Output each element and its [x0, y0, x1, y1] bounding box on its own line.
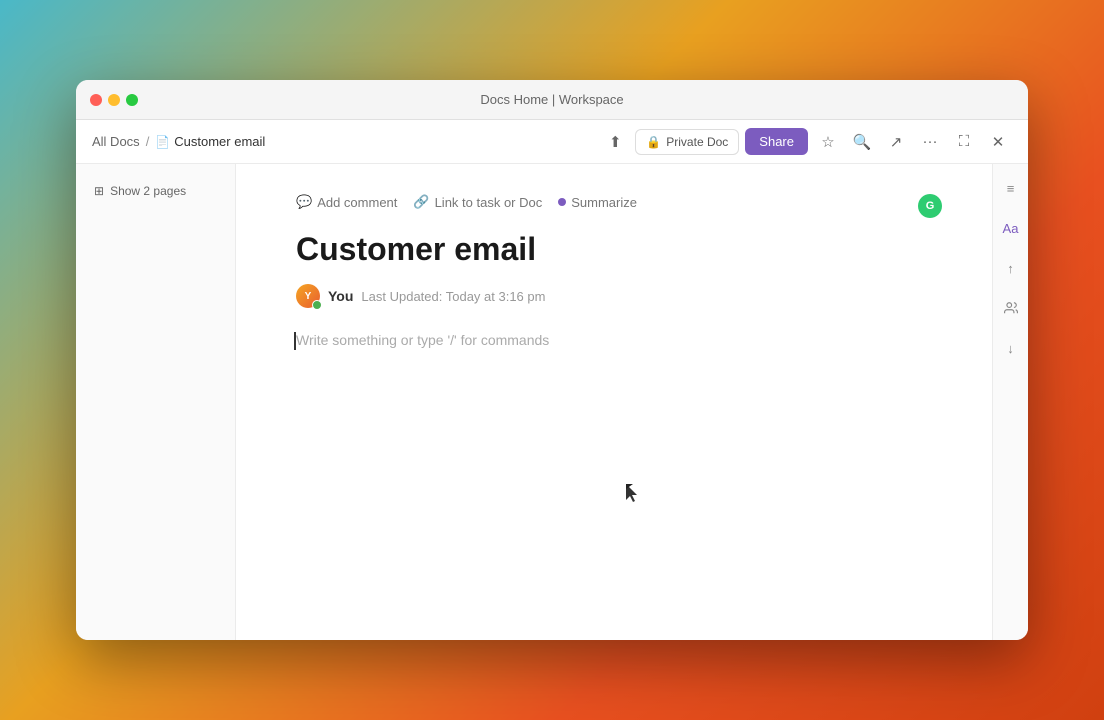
lock-icon: 🔒	[646, 135, 661, 149]
summarize-item[interactable]: Summarize	[558, 195, 637, 210]
add-comment-label: Add comment	[317, 195, 397, 210]
right-sidebar-download-icon[interactable]: ↓	[999, 336, 1023, 360]
private-doc-button[interactable]: 🔒 Private Doc	[635, 129, 739, 155]
app-window: Docs Home | Workspace All Docs / 📄 Custo…	[76, 80, 1028, 640]
doc-content-area[interactable]: 💬 Add comment 🔗 Link to task or Doc Summ…	[236, 164, 992, 640]
maximize-button[interactable]	[126, 94, 138, 106]
main-layout: ⊞ Show 2 pages 💬 Add comment 🔗 Link to t…	[76, 164, 1028, 640]
minimize-button[interactable]	[108, 94, 120, 106]
right-sidebar: ≡ Aa ↑ ↓	[992, 164, 1028, 640]
more-options-icon[interactable]: ···	[916, 128, 944, 156]
doc-title: Customer email	[296, 230, 932, 268]
link-icon: 🔗	[413, 194, 429, 210]
toolbar-actions: ⬆ 🔒 Private Doc Share ☆ 🔍 ↗ ··· ⛶ ✕	[601, 128, 1012, 156]
breadcrumb-all-docs[interactable]: All Docs	[92, 134, 140, 149]
last-updated: Last Updated: Today at 3:16 pm	[361, 289, 545, 304]
summarize-label: Summarize	[571, 195, 637, 210]
breadcrumb-separator: /	[146, 134, 150, 149]
breadcrumb: All Docs / 📄 Customer email	[92, 134, 593, 149]
pages-icon: ⊞	[94, 184, 104, 198]
active-user-indicator: G	[918, 194, 942, 218]
show-pages-label: Show 2 pages	[110, 184, 186, 198]
editor-area[interactable]: Write something or type '/' for commands	[296, 332, 932, 350]
left-sidebar: ⊞ Show 2 pages	[76, 164, 236, 640]
toolbar-export-icon[interactable]: ⬆	[601, 128, 629, 156]
doc-toolbar: All Docs / 📄 Customer email ⬆ 🔒 Private …	[76, 120, 1028, 164]
titlebar: Docs Home | Workspace	[76, 80, 1028, 120]
close-icon[interactable]: ✕	[984, 128, 1012, 156]
window-title: Docs Home | Workspace	[480, 92, 623, 107]
traffic-lights	[76, 94, 138, 106]
collapse-icon[interactable]: ⛶	[950, 128, 978, 156]
right-sidebar-toc-icon[interactable]: ≡	[999, 176, 1023, 200]
right-sidebar-font-icon[interactable]: Aa	[999, 216, 1023, 240]
doc-action-toolbar: 💬 Add comment 🔗 Link to task or Doc Summ…	[296, 194, 932, 210]
online-badge	[312, 300, 322, 310]
share-button[interactable]: Share	[745, 128, 808, 155]
link-task-item[interactable]: 🔗 Link to task or Doc	[413, 194, 542, 210]
author-name: You	[328, 288, 353, 304]
private-doc-label: Private Doc	[666, 135, 728, 149]
right-sidebar-up-icon[interactable]: ↑	[999, 256, 1023, 280]
editor-placeholder: Write something or type '/' for commands	[296, 332, 549, 348]
text-cursor	[294, 332, 296, 350]
link-task-label: Link to task or Doc	[435, 195, 543, 210]
right-sidebar-collaborators-icon[interactable]	[999, 296, 1023, 320]
star-icon[interactable]: ☆	[814, 128, 842, 156]
comment-icon: 💬	[296, 194, 312, 210]
breadcrumb-current-doc: 📄 Customer email	[155, 134, 265, 149]
breadcrumb-current-label: Customer email	[174, 134, 265, 149]
content-area: 💬 Add comment 🔗 Link to task or Doc Summ…	[236, 164, 1028, 640]
summarize-dot-icon	[558, 198, 566, 206]
add-comment-item[interactable]: 💬 Add comment	[296, 194, 397, 210]
close-button[interactable]	[90, 94, 102, 106]
search-icon[interactable]: 🔍	[848, 128, 876, 156]
doc-icon: 📄	[155, 135, 170, 149]
author-avatar: Y	[296, 284, 320, 308]
author-row: Y You Last Updated: Today at 3:16 pm	[296, 284, 932, 308]
show-pages-button[interactable]: ⊞ Show 2 pages	[88, 180, 192, 202]
export-icon[interactable]: ↗	[882, 128, 910, 156]
